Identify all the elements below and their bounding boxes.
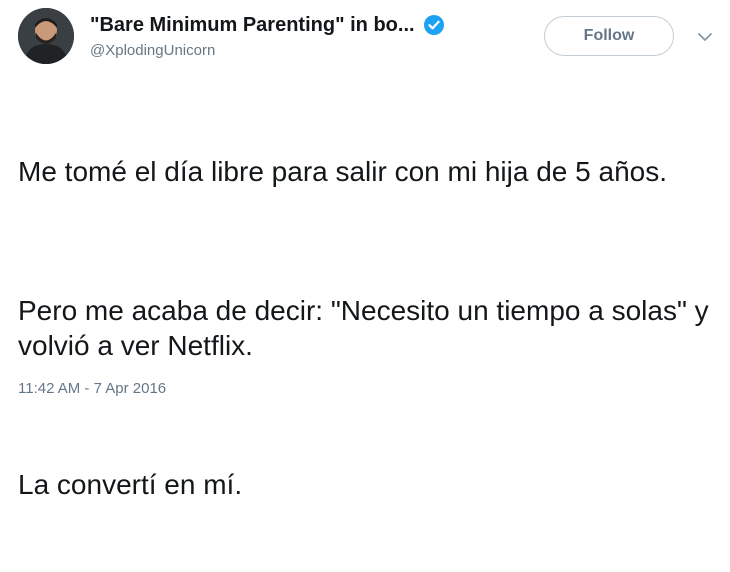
display-name[interactable]: "Bare Minimum Parenting" in bo... bbox=[90, 14, 415, 37]
author-names: "Bare Minimum Parenting" in bo... @Xplod… bbox=[90, 12, 510, 59]
tweet-header: "Bare Minimum Parenting" in bo... @Xplod… bbox=[18, 8, 718, 68]
display-name-row: "Bare Minimum Parenting" in bo... bbox=[90, 12, 510, 38]
tweet-timestamp[interactable]: 11:42 AM - 7 Apr 2016 bbox=[18, 380, 166, 397]
tweet-paragraph: Pero me acaba de decir: "Necesito un tie… bbox=[18, 295, 717, 361]
tweet-paragraph: La convertí en mí. bbox=[18, 469, 243, 500]
tweet-card: "Bare Minimum Parenting" in bo... @Xplod… bbox=[0, 0, 730, 500]
follow-button[interactable]: Follow bbox=[544, 16, 674, 56]
tweet-paragraph: Me tomé el día libre para salir con mi h… bbox=[18, 156, 667, 187]
user-handle[interactable]: @XplodingUnicorn bbox=[90, 42, 510, 59]
verified-badge-icon bbox=[423, 14, 445, 36]
tweet-text: Me tomé el día libre para salir con mi h… bbox=[18, 84, 718, 572]
chevron-down-icon[interactable] bbox=[694, 26, 716, 48]
user-avatar-photo-icon bbox=[18, 8, 74, 64]
avatar[interactable] bbox=[18, 8, 74, 64]
